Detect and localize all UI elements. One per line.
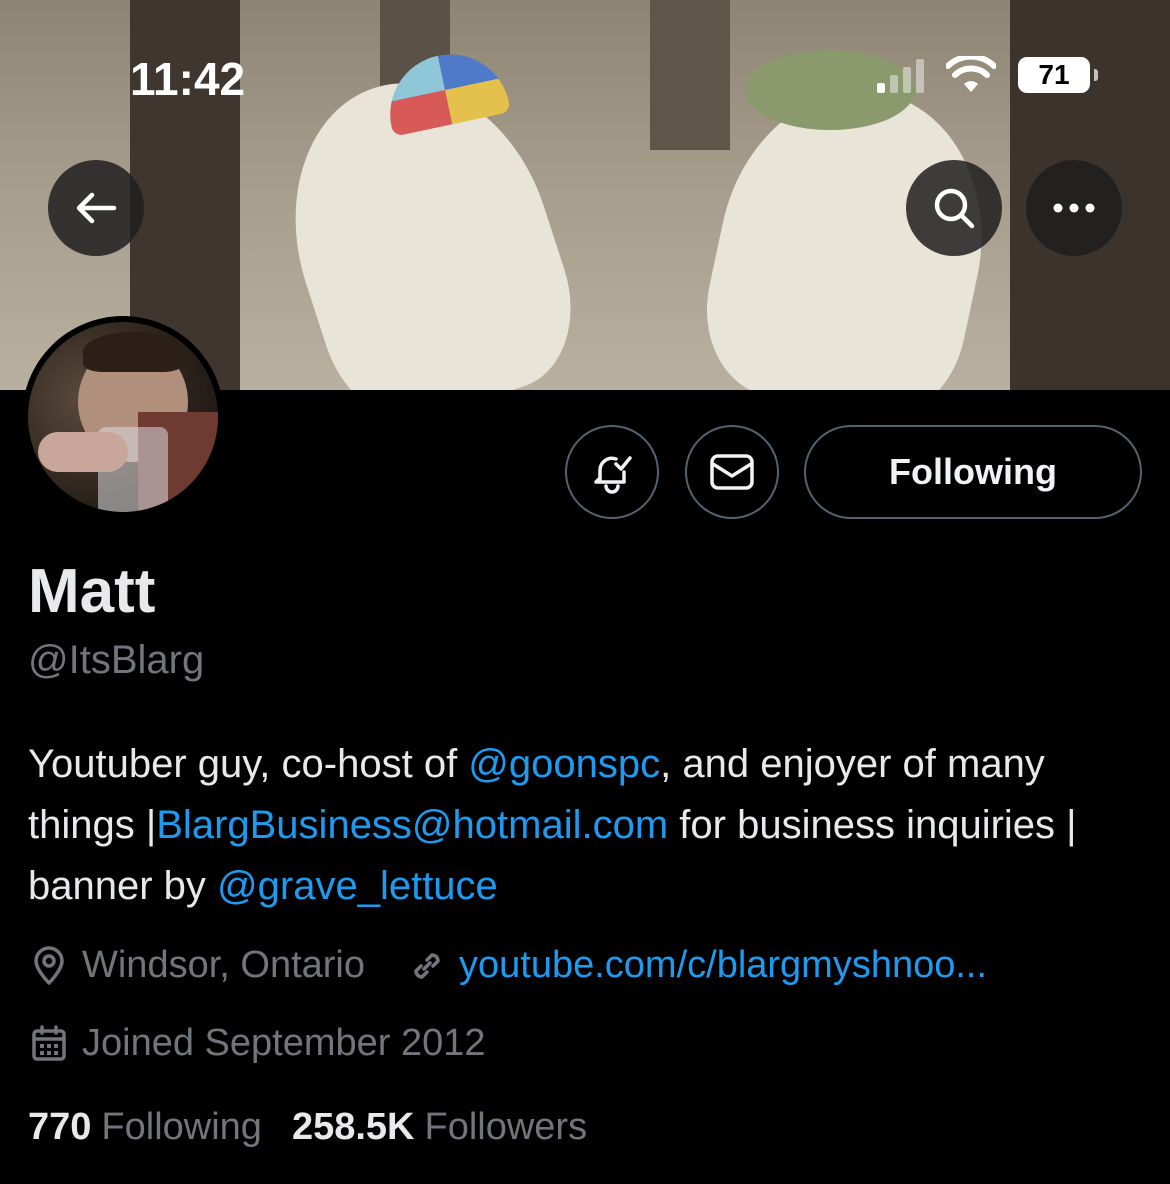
calendar-icon [32, 1024, 66, 1061]
mail-icon [710, 454, 754, 490]
followers-count-link[interactable]: 258.5K Followers [292, 1106, 587, 1149]
wifi-icon [946, 56, 996, 92]
joined-text: Joined September 2012 [82, 1022, 486, 1064]
bio-email-link[interactable]: BlargBusiness@hotmail.com [156, 803, 668, 847]
website-link[interactable]: youtube.com/c/blargmyshnoo... [459, 944, 987, 987]
followers-label: Followers [424, 1106, 588, 1148]
following-count: 770 [28, 1106, 92, 1148]
following-button[interactable]: Following [804, 425, 1142, 519]
bio-mention-grave-lettuce[interactable]: @grave_lettuce [217, 864, 498, 908]
following-label: Following [101, 1106, 262, 1148]
status-icons: 71 [877, 56, 1098, 94]
message-button[interactable] [685, 425, 779, 519]
more-horizontal-icon [1053, 203, 1095, 213]
joined: Joined September 2012 [28, 1022, 486, 1065]
profile-avatar[interactable] [22, 316, 224, 518]
arrow-left-icon [76, 192, 117, 224]
website[interactable]: youtube.com/c/blargmyshnoo... [407, 944, 987, 987]
cellular-signal-icon [877, 57, 924, 93]
following-count-link[interactable]: 770 Following [28, 1106, 262, 1149]
display-name: Matt [28, 557, 156, 626]
location: Windsor, Ontario [28, 944, 365, 987]
avatar-hand [38, 432, 128, 472]
battery-indicator: 71 [1018, 57, 1098, 93]
profile-bio: Youtuber guy, co-host of @goonspc, and e… [28, 734, 1148, 917]
notifications-button[interactable] [565, 425, 659, 519]
avatar-photo [28, 322, 218, 512]
back-button[interactable] [48, 160, 144, 256]
link-icon [414, 952, 440, 979]
status-time: 11:42 [130, 53, 246, 105]
user-handle: @ItsBlarg [28, 638, 205, 682]
joined-row: Joined September 2012 [28, 1022, 486, 1065]
bio-mention-goonspc[interactable]: @goonspc [468, 742, 660, 786]
search-icon [934, 188, 975, 229]
more-button[interactable] [1026, 160, 1122, 256]
location-pin-icon [34, 945, 64, 985]
avatar-hair [83, 332, 183, 372]
profile-meta: Windsor, Ontario youtube.com/c/blargmysh… [28, 944, 987, 987]
banner-tree [650, 0, 730, 150]
followers-count: 258.5K [291, 1106, 415, 1148]
follow-counts: 770 Following 258.5K Followers [28, 1106, 587, 1149]
location-text: Windsor, Ontario [82, 944, 365, 986]
bell-check-icon [594, 456, 632, 494]
bio-text: Youtuber guy, co-host of [28, 742, 469, 786]
search-button[interactable] [906, 160, 1002, 256]
